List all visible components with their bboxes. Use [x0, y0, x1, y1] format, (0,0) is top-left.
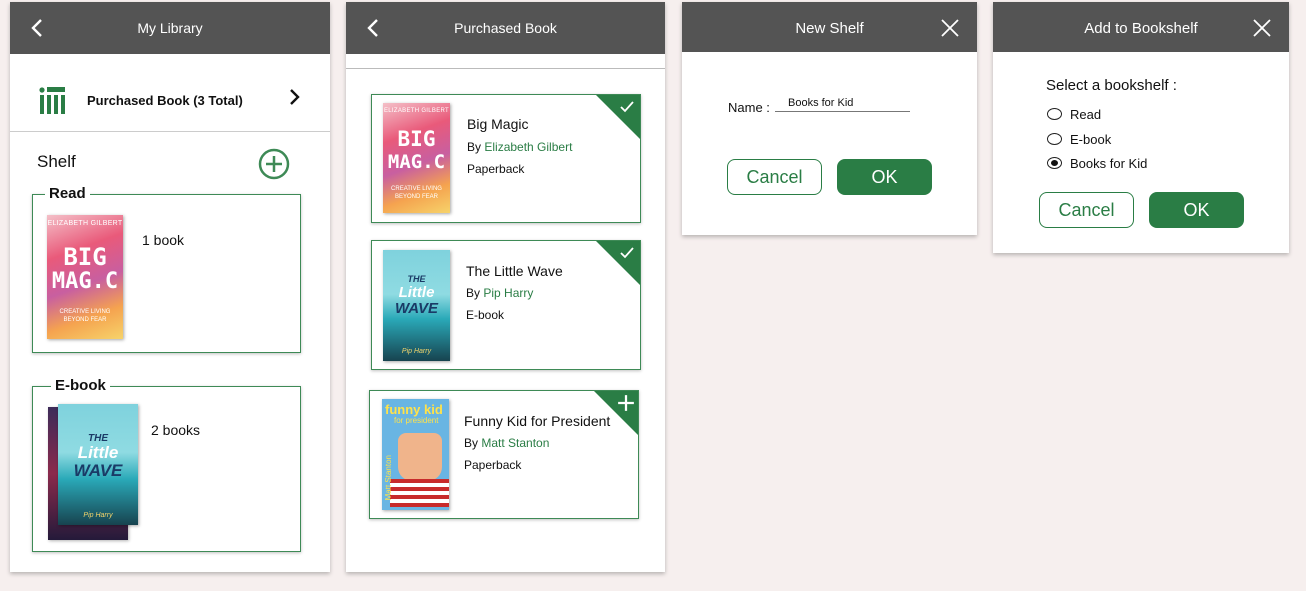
select-bookshelf-label: Select a bookshelf :: [1046, 77, 1177, 94]
check-icon: [620, 247, 634, 259]
radio-button-selected[interactable]: [1047, 157, 1062, 169]
book-cover-little-wave: THE Little WAVE Pip Harry: [383, 250, 450, 361]
shelf-name-input[interactable]: [775, 94, 910, 112]
shelf-name: E-book: [51, 377, 110, 394]
added-corner-badge[interactable]: [595, 95, 640, 140]
cover-title-text: MAG.C: [51, 269, 119, 294]
by-label: By: [466, 286, 481, 300]
by-label: By: [467, 140, 482, 154]
name-label: Name :: [728, 100, 770, 115]
author-link[interactable]: Matt Stanton: [481, 436, 549, 450]
book-title: Funny Kid for President: [464, 413, 611, 429]
close-icon[interactable]: [1252, 18, 1272, 38]
cancel-button[interactable]: Cancel: [1039, 192, 1134, 228]
library-books-icon: [39, 87, 65, 114]
check-icon: [620, 101, 634, 113]
cover-subtitle-text: CREATIVE LIVING BEYOND FEAR: [391, 186, 442, 200]
cancel-button[interactable]: Cancel: [727, 159, 822, 195]
new-shelf-dialog: New Shelf Name : Cancel OK: [682, 2, 977, 235]
page-title: Purchased Book: [454, 20, 557, 36]
divider: [346, 68, 665, 69]
cover-illustration: [390, 479, 449, 507]
book-card-funny-kid[interactable]: funny kid for president Matt Stanton Fun…: [369, 390, 639, 519]
cover-author-text: Pip Harry: [83, 512, 113, 519]
book-card-little-wave[interactable]: THE Little WAVE Pip Harry The Little Wav…: [371, 240, 641, 370]
dialog-header: Add to Bookshelf: [993, 2, 1289, 52]
purchased-header: Purchased Book: [346, 2, 665, 54]
shelf-section-title: Shelf: [37, 152, 76, 171]
book-author-line: By Elizabeth Gilbert: [467, 140, 572, 154]
library-header: My Library: [10, 2, 330, 54]
author-link[interactable]: Elizabeth Gilbert: [484, 140, 572, 154]
book-title: The Little Wave: [466, 263, 563, 279]
cover-title-text: BIG: [397, 127, 436, 151]
shelf-read[interactable]: Read ELIZABETH GILBERT BIG MAG.C CREATIV…: [32, 185, 301, 353]
author-link[interactable]: Pip Harry: [483, 286, 533, 300]
cover-author-text: ELIZABETH GILBERT: [383, 108, 449, 114]
dialog-title: New Shelf: [795, 20, 864, 37]
shelf-count: 1 book: [142, 232, 185, 248]
cover-title-text: WAVE: [394, 300, 439, 317]
cover-title-text: for president: [394, 416, 439, 425]
cover-title-text: THE: [407, 274, 426, 284]
shelf-ebook[interactable]: E-book THE Little WAVE Pip Harry 2 books: [32, 377, 301, 552]
cover-title-text: MAG.C: [387, 151, 446, 173]
radio-button[interactable]: [1047, 133, 1062, 145]
cover-subtitle-text: CREATIVE LIVING BEYOND FEAR: [59, 309, 111, 323]
by-label: By: [464, 436, 479, 450]
book-author-line: By Matt Stanton: [464, 436, 549, 450]
cover-title-text: Little: [77, 443, 119, 462]
plus-icon: [618, 395, 634, 411]
radio-label: E-book: [1070, 132, 1112, 147]
add-shelf-icon[interactable]: [258, 148, 290, 180]
purchased-book-screen: Purchased Book ELIZABETH GILBERT BIG MAG…: [346, 2, 665, 572]
purchased-book-row[interactable]: Purchased Book (3 Total): [10, 54, 330, 132]
dialog-title: Add to Bookshelf: [1084, 20, 1198, 37]
book-cover-big-magic: ELIZABETH GILBERT BIG MAG.C CREATIVE LIV…: [47, 215, 123, 339]
shelf-count: 2 books: [151, 422, 201, 438]
book-format: Paperback: [464, 458, 522, 472]
shelf-name: Read: [45, 185, 90, 202]
book-author-line: By Pip Harry: [466, 286, 533, 300]
close-icon[interactable]: [940, 18, 960, 38]
ok-button[interactable]: OK: [837, 159, 932, 195]
cover-illustration: [398, 433, 442, 481]
cover-title-text: Little: [398, 284, 435, 301]
radio-label: Books for Kid: [1070, 156, 1148, 171]
cover-author-text: Matt Stanton: [384, 455, 393, 501]
book-format: Paperback: [467, 162, 525, 176]
book-cover-little-wave: THE Little WAVE Pip Harry: [58, 404, 138, 525]
book-cover-big-magic: ELIZABETH GILBERT BIG MAG.C CREATIVE LIV…: [383, 103, 450, 213]
cover-author-text: ELIZABETH GILBERT: [47, 220, 123, 227]
cover-author-text: Pip Harry: [401, 348, 432, 355]
cover-title-text: BIG: [63, 243, 107, 271]
cover-title-text: WAVE: [73, 461, 123, 480]
cover-title-text: funny kid: [385, 402, 443, 417]
radio-label: Read: [1070, 107, 1102, 122]
page-title: My Library: [137, 20, 203, 36]
book-format: E-book: [466, 308, 505, 322]
add-to-bookshelf-dialog: Add to Bookshelf Select a bookshelf : Re…: [993, 2, 1289, 253]
dialog-header: New Shelf: [682, 2, 977, 52]
purchased-book-label: Purchased Book (3 Total): [87, 93, 243, 108]
my-library-screen: My Library Purchased Book (3 Total) Shel…: [10, 2, 330, 572]
radio-button[interactable]: [1047, 108, 1062, 120]
added-corner-badge[interactable]: [595, 241, 640, 286]
ok-button[interactable]: OK: [1149, 192, 1244, 228]
book-cover-funny-kid: funny kid for president Matt Stanton: [382, 399, 449, 510]
chevron-right-icon[interactable]: [286, 88, 302, 106]
book-card-big-magic[interactable]: ELIZABETH GILBERT BIG MAG.C CREATIVE LIV…: [371, 94, 641, 223]
book-title: Big Magic: [467, 116, 529, 132]
